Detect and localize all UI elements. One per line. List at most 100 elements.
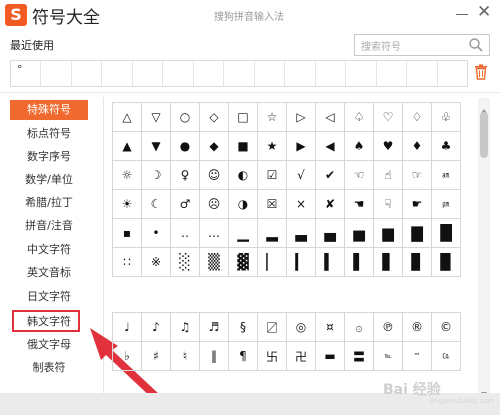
recent-symbol-cell[interactable] — [163, 61, 194, 86]
recent-symbol-cell[interactable] — [316, 61, 347, 86]
sidebar-item-9[interactable]: 日文字符 — [10, 287, 88, 307]
symbol-cell[interactable]: ☜ — [345, 161, 374, 190]
symbol-cell[interactable]: ♤ — [345, 103, 374, 132]
symbol-cell[interactable]: ☟ — [374, 190, 403, 219]
symbol-cell[interactable]: ★ — [258, 132, 287, 161]
recent-symbol-cell[interactable] — [72, 61, 103, 86]
search-input[interactable]: 搜索符号 — [354, 34, 490, 56]
sidebar-item-7[interactable]: 中文字符 — [10, 240, 88, 260]
symbol-cell[interactable]: ♂ — [171, 190, 200, 219]
symbol-cell[interactable]: ☽ — [142, 161, 171, 190]
symbol-cell[interactable]: ☆ — [258, 103, 287, 132]
symbol-cell[interactable]: ™ — [403, 342, 432, 371]
symbol-cell[interactable]: ‖ — [200, 342, 229, 371]
symbol-cell[interactable]: ▽ — [142, 103, 171, 132]
symbol-cell[interactable]: ☺ — [200, 161, 229, 190]
symbol-cell[interactable]: ▂ — [258, 219, 287, 248]
symbol-cell[interactable]: 卍 — [287, 342, 316, 371]
symbol-cell[interactable]: ☼ — [113, 161, 142, 190]
symbol-cell[interactable]: ● — [171, 132, 200, 161]
symbol-cell[interactable]: ✔ — [316, 161, 345, 190]
symbol-cell[interactable]: ℗ — [374, 313, 403, 342]
symbol-cell[interactable]: ▊ — [403, 248, 432, 277]
symbol-cell[interactable]: ▼ — [142, 132, 171, 161]
search-icon[interactable] — [468, 37, 484, 53]
recent-symbol-cell[interactable] — [407, 61, 438, 86]
sidebar-item-2[interactable]: 标点符号 — [10, 124, 88, 144]
sidebar-item-4[interactable]: 数学/单位 — [10, 170, 88, 190]
symbol-cell[interactable]: ♭ — [113, 342, 142, 371]
trash-icon[interactable] — [474, 64, 488, 80]
scroll-up-icon[interactable] — [480, 100, 488, 113]
symbol-cell[interactable]: ◎ — [287, 313, 316, 342]
symbol-cell[interactable]: ㏘ — [432, 190, 461, 219]
symbol-cell[interactable]: ▇ — [403, 219, 432, 248]
symbol-cell[interactable]: ▎ — [287, 248, 316, 277]
symbol-cell[interactable]: ▬ — [316, 342, 345, 371]
recent-symbol-cell[interactable] — [438, 61, 467, 86]
symbol-cell[interactable]: ♧ — [432, 103, 461, 132]
symbol-cell[interactable]: ♥ — [374, 132, 403, 161]
recent-symbol-cell[interactable] — [377, 61, 408, 86]
symbol-cell[interactable]: ▲ — [113, 132, 142, 161]
sidebar-item-5[interactable]: 希腊/拉丁 — [10, 193, 88, 213]
symbol-cell[interactable]: ☞ — [403, 161, 432, 190]
symbol-cell[interactable]: ♣ — [432, 132, 461, 161]
symbol-cell[interactable]: ۞ — [345, 313, 374, 342]
symbol-cell[interactable]: ▄ — [316, 219, 345, 248]
symbol-cell[interactable]: √ — [287, 161, 316, 190]
symbol-cell[interactable]: ♠ — [345, 132, 374, 161]
symbol-cell[interactable]: ♡ — [374, 103, 403, 132]
symbol-cell[interactable]: ¤ — [316, 313, 345, 342]
recent-symbol-cell[interactable] — [255, 61, 286, 86]
close-button[interactable]: ✕ — [477, 2, 491, 22]
symbol-cell[interactable]: ▅ — [345, 219, 374, 248]
symbol-cell[interactable]: ☾ — [142, 190, 171, 219]
symbol-cell[interactable]: ▋ — [374, 248, 403, 277]
symbol-cell[interactable]: ■ — [229, 132, 258, 161]
symbol-cell[interactable]: ☛ — [403, 190, 432, 219]
symbol-cell[interactable]: ◆ — [200, 132, 229, 161]
recent-symbol-cell[interactable] — [224, 61, 255, 86]
symbol-cell[interactable]: ㏇ — [432, 342, 461, 371]
symbol-cell[interactable]: ▒ — [200, 248, 229, 277]
symbol-cell[interactable]: ☹ — [200, 190, 229, 219]
symbol-cell[interactable]: ○ — [171, 103, 200, 132]
symbol-cell[interactable]: ☒ — [258, 190, 287, 219]
symbol-cell[interactable]: ♢ — [403, 103, 432, 132]
symbol-cell[interactable]: ♀ — [171, 161, 200, 190]
symbol-cell[interactable]: ░ — [171, 248, 200, 277]
symbol-cell[interactable]: □ — [229, 103, 258, 132]
symbol-cell[interactable]: • — [142, 219, 171, 248]
symbol-cell[interactable]: ✘ — [316, 190, 345, 219]
symbol-cell[interactable]: ▍ — [316, 248, 345, 277]
symbol-cell[interactable]: ▷ — [287, 103, 316, 132]
scroll-down-icon[interactable] — [480, 383, 488, 396]
sidebar-item-6[interactable]: 拼音/注音 — [10, 216, 88, 236]
sidebar-item-3[interactable]: 数字序号 — [10, 147, 88, 167]
symbol-cell[interactable]: █ — [432, 219, 461, 248]
recent-symbol-cell[interactable] — [41, 61, 72, 86]
symbol-cell[interactable]: ☀ — [113, 190, 142, 219]
symbol-cell[interactable]: ♬ — [200, 313, 229, 342]
symbol-cell[interactable]: ‥ — [171, 219, 200, 248]
symbol-cell[interactable]: ☝ — [374, 161, 403, 190]
symbol-cell[interactable]: ® — [403, 313, 432, 342]
symbol-cell[interactable]: ▆ — [374, 219, 403, 248]
symbol-cell[interactable]: ♫ — [171, 313, 200, 342]
symbol-cell[interactable]: △ — [113, 103, 142, 132]
minimize-button[interactable] — [455, 6, 469, 20]
symbol-cell[interactable]: 〓 — [345, 342, 374, 371]
sidebar-item-8[interactable]: 英文音标 — [10, 263, 88, 283]
symbol-cell[interactable]: 卐 — [258, 342, 287, 371]
recent-symbol-cell[interactable] — [194, 61, 225, 86]
symbol-cell[interactable]: ☑ — [258, 161, 287, 190]
symbol-cell[interactable]: ▓ — [229, 248, 258, 277]
symbol-cell[interactable]: ◁ — [316, 103, 345, 132]
symbol-cell[interactable]: ♩ — [113, 313, 142, 342]
recent-symbol-cell[interactable] — [102, 61, 133, 86]
symbol-cell[interactable]: × — [287, 190, 316, 219]
symbol-cell[interactable]: ◑ — [229, 190, 258, 219]
scrollbar-thumb[interactable] — [480, 112, 488, 158]
symbol-cell[interactable]: ▌ — [345, 248, 374, 277]
